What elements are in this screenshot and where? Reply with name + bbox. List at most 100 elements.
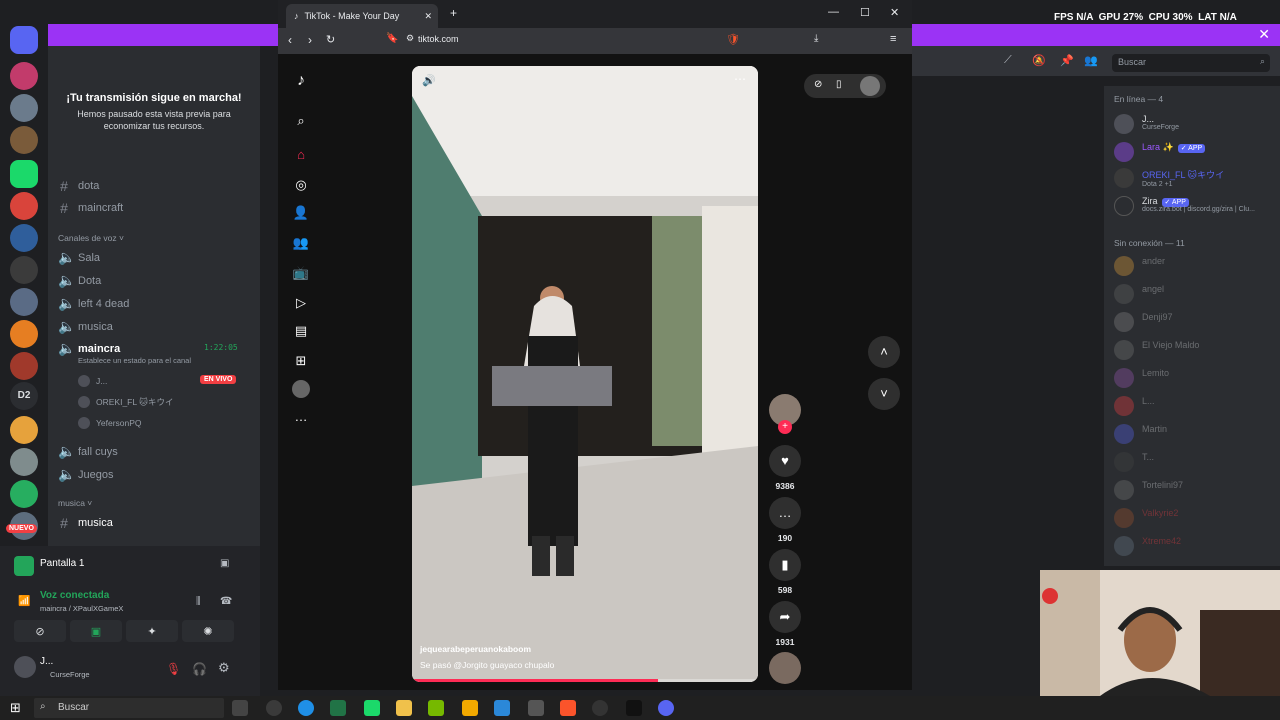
voice-channel-juegos[interactable]: 🔈 Juegos	[58, 466, 113, 483]
pin-icon[interactable]: 📌	[1060, 54, 1074, 67]
server-icon[interactable]	[10, 288, 38, 316]
more-icon[interactable]: …	[292, 408, 310, 426]
category-musica[interactable]: musica ˅	[58, 498, 92, 508]
friends-icon[interactable]: 👥	[292, 234, 310, 252]
voice-channel-left4dead[interactable]: 🔈 left 4 dead	[58, 295, 129, 312]
headphones-icon[interactable]: 🎧	[192, 662, 207, 676]
back-icon[interactable]: ‹	[288, 33, 292, 47]
voice-channel-sala[interactable]: 🔈 Sala	[58, 249, 100, 266]
nvidia-icon[interactable]	[428, 700, 444, 716]
app-icon[interactable]	[330, 700, 346, 716]
video-progress-track[interactable]	[412, 679, 758, 682]
discord-search-input[interactable]: Buscar ⌕	[1112, 54, 1270, 72]
next-video-button[interactable]: ˅	[868, 378, 900, 410]
avatar[interactable]	[14, 656, 36, 678]
video-author[interactable]: jequearabeperuanokaboom	[420, 644, 531, 654]
close-icon[interactable]: ✕	[1258, 26, 1270, 43]
music-disc-icon[interactable]	[769, 652, 801, 684]
rotate-icon[interactable]: ⊘	[814, 79, 822, 90]
maximize-icon[interactable]: ☐	[860, 6, 870, 19]
server-icon[interactable]	[10, 256, 38, 284]
member-item[interactable]: Martin	[1114, 424, 1167, 444]
like-button[interactable]: ♥	[769, 445, 801, 477]
server-icon-d2[interactable]: D2	[10, 382, 38, 410]
app-icon[interactable]	[494, 700, 510, 716]
task-view-icon[interactable]	[232, 700, 248, 716]
device-icon[interactable]: ▯	[836, 79, 842, 90]
voice-channel-dota[interactable]: 🔈 Dota	[58, 272, 101, 289]
server-icon[interactable]	[10, 416, 38, 444]
explore-icon[interactable]: ◎	[292, 176, 310, 194]
voice-user[interactable]: YefersonPQ	[78, 417, 142, 429]
more-options-icon[interactable]: ⋯	[734, 72, 746, 86]
channel-musica[interactable]: # musica	[58, 515, 113, 531]
video-player[interactable]: 🔊 ⋯ jequearabeperuanokaboom Se pasó @Jor…	[412, 66, 758, 682]
close-tab-icon[interactable]: ✕	[424, 11, 432, 22]
edge-icon[interactable]	[298, 700, 314, 716]
following-icon[interactable]: 👤	[292, 204, 310, 222]
brave-shield-icon[interactable]: 🛡	[726, 33, 740, 46]
taskbar-search-input[interactable]: ⌕ Buscar	[34, 698, 224, 718]
close-window-icon[interactable]: ✕	[890, 6, 899, 19]
close-stream-icon[interactable]: ▣	[220, 558, 229, 569]
app-icon[interactable]	[364, 700, 380, 716]
browser-tab[interactable]: ♪ TikTok - Make Your Day ✕	[286, 4, 438, 28]
server-icon[interactable]	[10, 224, 38, 252]
site-info-icon[interactable]: ⚙	[406, 33, 414, 44]
share-screen-button[interactable]: ▣	[70, 620, 122, 642]
reload-icon[interactable]: ↻	[326, 33, 335, 46]
voice-channel-musica[interactable]: 🔈 musica	[58, 318, 113, 335]
member-item[interactable]: J... CurseForge	[1114, 114, 1179, 134]
member-item[interactable]: T...	[1114, 452, 1154, 472]
share-button[interactable]: ➦	[769, 601, 801, 633]
member-item[interactable]: ander	[1114, 256, 1165, 276]
previous-video-button[interactable]: ˄	[868, 336, 900, 368]
bookmark-icon[interactable]: 🔖	[386, 33, 398, 44]
voice-user[interactable]: J...	[78, 375, 107, 387]
app-icon[interactable]	[528, 700, 544, 716]
server-icon[interactable]	[10, 320, 38, 348]
comment-button[interactable]: …	[769, 497, 801, 529]
mic-muted-icon[interactable]: 🎙	[166, 662, 181, 676]
member-item[interactable]: angel	[1114, 284, 1164, 304]
disconnect-icon[interactable]: ☎	[220, 596, 232, 607]
voice-channel-fallcuys[interactable]: 🔈 fall cuys	[58, 443, 118, 460]
member-item[interactable]: Tortelini97	[1114, 480, 1183, 500]
channel-dota[interactable]: # dota	[58, 178, 99, 194]
server-icon[interactable]	[10, 480, 38, 508]
server-icon[interactable]	[10, 62, 38, 90]
channel-maincraft[interactable]: # maincraft	[58, 200, 123, 216]
volume-icon[interactable]: 🔊	[422, 74, 436, 87]
upload-icon[interactable]: ⊞	[292, 352, 310, 370]
voice-user[interactable]: OREKI_FL 🐱キウイ	[78, 396, 174, 408]
save-button[interactable]: ▮	[769, 549, 801, 581]
home-icon[interactable]: ⌂	[292, 146, 310, 164]
search-icon[interactable]: ⌕	[292, 112, 310, 130]
url-field[interactable]: tiktok.com	[418, 34, 459, 44]
member-item[interactable]: Zira ✓ APP docs.zira.bot | discord.gg/zira…	[1114, 196, 1255, 216]
capcut-icon[interactable]	[626, 700, 642, 716]
server-icon[interactable]	[10, 126, 38, 154]
live-icon[interactable]: 📺	[292, 264, 310, 282]
server-icon[interactable]	[10, 94, 38, 122]
file-explorer-icon[interactable]	[396, 700, 412, 716]
discord-icon[interactable]	[658, 700, 674, 716]
forward-icon[interactable]: ›	[308, 33, 312, 47]
member-item[interactable]: OREKI_FL 🐱キウイ Dota 2 +1	[1114, 168, 1224, 188]
notifications-icon[interactable]: 🔕	[1032, 54, 1046, 67]
user-avatar[interactable]	[860, 76, 880, 96]
channel-status[interactable]: Establece un estado para el canal	[78, 356, 191, 365]
member-item[interactable]: Lemito	[1114, 368, 1169, 388]
member-item[interactable]: El Viejo Maldo	[1114, 340, 1199, 360]
menu-icon[interactable]: ≡	[890, 33, 896, 45]
obs-icon[interactable]	[592, 700, 608, 716]
tiktok-logo-icon[interactable]: ♪	[292, 72, 310, 90]
voice-channel-maincra[interactable]: 🔈 maincra	[58, 340, 120, 357]
download-icon[interactable]: ⤓	[814, 33, 818, 44]
new-tab-icon[interactable]: +	[450, 6, 457, 20]
app-icon[interactable]	[266, 700, 282, 716]
gear-icon[interactable]: ⚙	[218, 660, 230, 676]
minimize-icon[interactable]: —	[828, 6, 839, 18]
camera-button[interactable]: ⊘	[14, 620, 66, 642]
member-item[interactable]: Denji97	[1114, 312, 1173, 332]
